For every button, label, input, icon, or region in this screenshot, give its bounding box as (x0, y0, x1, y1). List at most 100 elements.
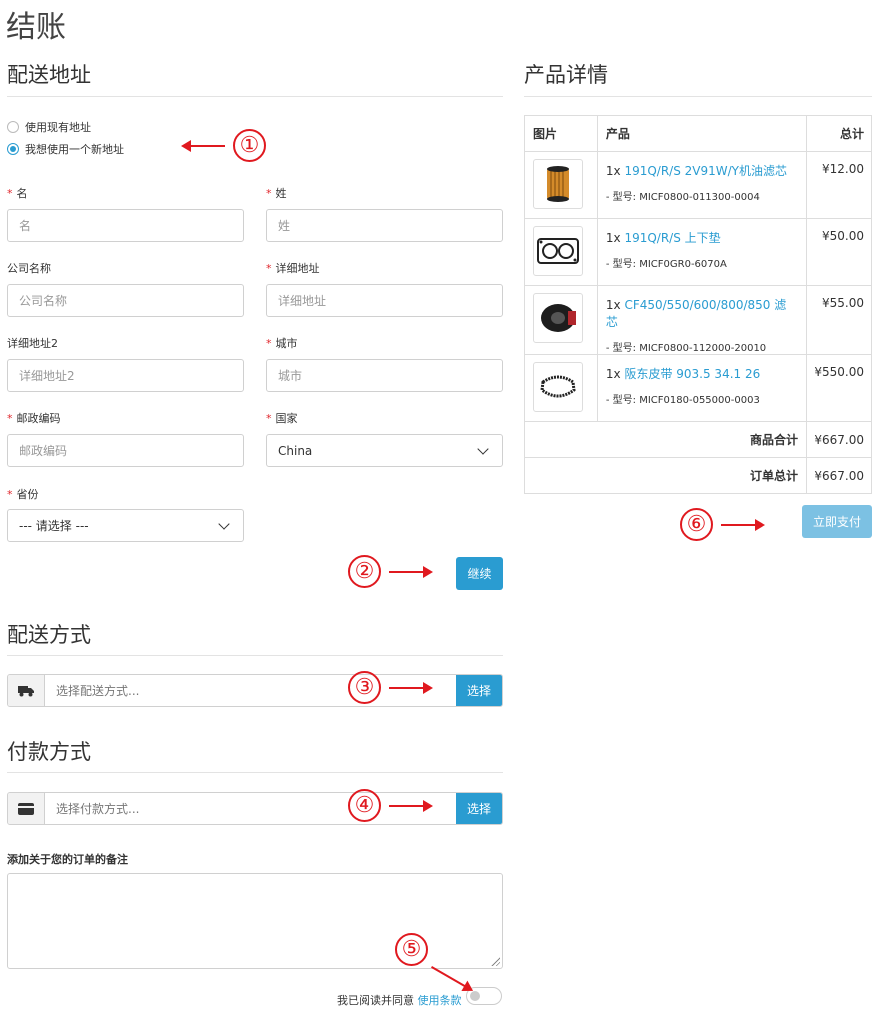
radio-circle[interactable] (7, 121, 19, 133)
product-thumb-oil-filter[interactable] (533, 159, 583, 209)
col-product: 产品 (596, 115, 807, 152)
item-total: ¥50.00 (805, 218, 873, 286)
resize-grip-icon[interactable] (490, 956, 500, 966)
required-mark: * (7, 412, 13, 425)
product-thumb-gasket[interactable] (533, 226, 583, 276)
zone-value: --- 请选择 --- (19, 519, 89, 533)
item-name-link[interactable]: CF450/550/600/800/850 滤芯 (606, 298, 786, 329)
table-row: 1x CF450/550/600/800/850 滤芯 - 型号: MICF080… (524, 285, 873, 355)
zone-select[interactable]: --- 请选择 --- (7, 509, 244, 542)
arrow-right-icon (389, 799, 433, 812)
col-image: 图片 (524, 115, 598, 152)
divider (7, 655, 503, 656)
country-label: * 国家 (266, 412, 298, 425)
product-thumb-belt[interactable] (533, 362, 583, 412)
radio-new-label: 我想使用一个新地址 (25, 143, 124, 156)
address1-input[interactable]: 详细地址 (266, 284, 503, 317)
annotation-2: ② (348, 555, 433, 588)
comment-textarea[interactable] (7, 873, 503, 969)
country-select[interactable]: China (266, 434, 503, 467)
city-label: * 城市 (266, 337, 298, 350)
annotation-number: ② (348, 555, 381, 588)
total-label: 订单总计 (524, 457, 807, 494)
radio-circle-checked[interactable] (7, 143, 19, 155)
arrow-left-icon (181, 139, 225, 152)
payment-select-button[interactable]: 选择 (456, 793, 502, 824)
annotation-number: ⑤ (395, 933, 428, 966)
radio-existing-address[interactable]: 使用现有地址 (7, 119, 91, 135)
required-mark: * (266, 337, 272, 350)
terms-text: 我已阅读并同意 使用条款 (337, 992, 462, 1008)
truck-icon (8, 675, 45, 706)
annotation-1: ① (181, 129, 266, 162)
arrow-right-icon (389, 681, 433, 694)
arrow-right-icon (721, 518, 765, 531)
postcode-input[interactable]: 邮政编码 (7, 434, 244, 467)
address1-label: * 详细地址 (266, 262, 320, 275)
payment-method-title: 付款方式 (7, 740, 91, 764)
firstname-input[interactable]: 名 (7, 209, 244, 242)
item-qty: 1x (605, 367, 621, 381)
table-row: 1x 191Q/R/S 2V91W/Y机油滤芯 - 型号: MICF0800-01… (524, 151, 873, 219)
credit-card-icon (8, 793, 45, 824)
arrow-right-icon (389, 565, 433, 578)
table-row: 1x 191Q/R/S 上下垫 - 型号: MICF0GR0-6070A ¥50.… (524, 218, 873, 286)
radio-new-address[interactable]: 我想使用一个新地址 (7, 141, 124, 157)
annotation-4: ④ (348, 789, 433, 822)
item-total: ¥55.00 (805, 285, 873, 355)
item-name-link[interactable]: 阪东皮带 903.5 34.1 26 (624, 367, 760, 381)
company-input[interactable]: 公司名称 (7, 284, 244, 317)
city-input[interactable]: 城市 (266, 359, 503, 392)
annotation-number: ① (233, 129, 266, 162)
address2-input[interactable]: 详细地址2 (7, 359, 244, 392)
item-name-link[interactable]: 191Q/R/S 2V91W/Y机油滤芯 (624, 164, 787, 178)
lastname-label: * 姓 (266, 187, 287, 200)
required-mark: * (266, 412, 272, 425)
total-row: 订单总计 ¥667.00 (524, 457, 873, 494)
product-details-title: 产品详情 (524, 63, 608, 87)
arrow-diagonal-icon (431, 966, 477, 997)
terms-label: 我已阅读并同意 (337, 994, 414, 1007)
subtotal-label: 商品合计 (524, 421, 807, 458)
shipping-address-title: 配送地址 (7, 63, 91, 87)
item-model: - 型号: MICF0800-011300-0004 (605, 192, 760, 203)
required-mark: * (266, 187, 272, 200)
pay-now-button[interactable]: 立即支付 (802, 505, 872, 538)
required-mark: * (7, 187, 13, 200)
subtotal-row: 商品合计 ¥667.00 (524, 421, 873, 458)
chevron-down-icon (477, 442, 489, 455)
chevron-down-icon (218, 517, 230, 530)
item-model: - 型号: MICF0800-112000-20010 (605, 343, 767, 354)
lastname-input[interactable]: 姓 (266, 209, 503, 242)
zone-label: * 省份 (7, 488, 39, 501)
firstname-label: * 名 (7, 187, 28, 200)
shipping-method-title: 配送方式 (7, 623, 91, 647)
item-total: ¥12.00 (805, 151, 873, 219)
col-total: 总计 (805, 115, 873, 152)
item-total: ¥550.00 (805, 354, 873, 422)
table-row: 1x 阪东皮带 903.5 34.1 26 - 型号: MICF0180-0550… (524, 354, 873, 422)
divider (7, 96, 503, 97)
comment-label: 添加关于您的订单的备注 (7, 853, 128, 866)
item-qty: 1x (605, 231, 621, 245)
shipping-select-button[interactable]: 选择 (456, 675, 502, 706)
annotation-5: ⑤ (395, 933, 428, 966)
item-name-link[interactable]: 191Q/R/S 上下垫 (624, 231, 720, 245)
product-thumb-air-filter[interactable] (533, 293, 583, 343)
continue-button[interactable]: 继续 (456, 557, 503, 590)
country-value: China (278, 443, 313, 458)
annotation-number: ⑥ (680, 508, 713, 541)
item-model: - 型号: MICF0180-055000-0003 (605, 395, 760, 406)
item-qty: 1x (605, 298, 621, 312)
annotation-number: ④ (348, 789, 381, 822)
company-label: 公司名称 (7, 262, 51, 275)
item-model: - 型号: MICF0GR0-6070A (605, 259, 727, 270)
annotation-3: ③ (348, 671, 433, 704)
cart-table: 图片 产品 总计 1x 191Q/R/S 2V91W/Y机油滤芯 - 型号: MI… (524, 115, 873, 494)
terms-link[interactable]: 使用条款 (418, 994, 462, 1007)
required-mark: * (7, 488, 13, 501)
radio-existing-label: 使用现有地址 (25, 121, 91, 134)
page-title: 结账 (6, 10, 66, 45)
divider (524, 96, 872, 97)
postcode-label: * 邮政编码 (7, 412, 61, 425)
